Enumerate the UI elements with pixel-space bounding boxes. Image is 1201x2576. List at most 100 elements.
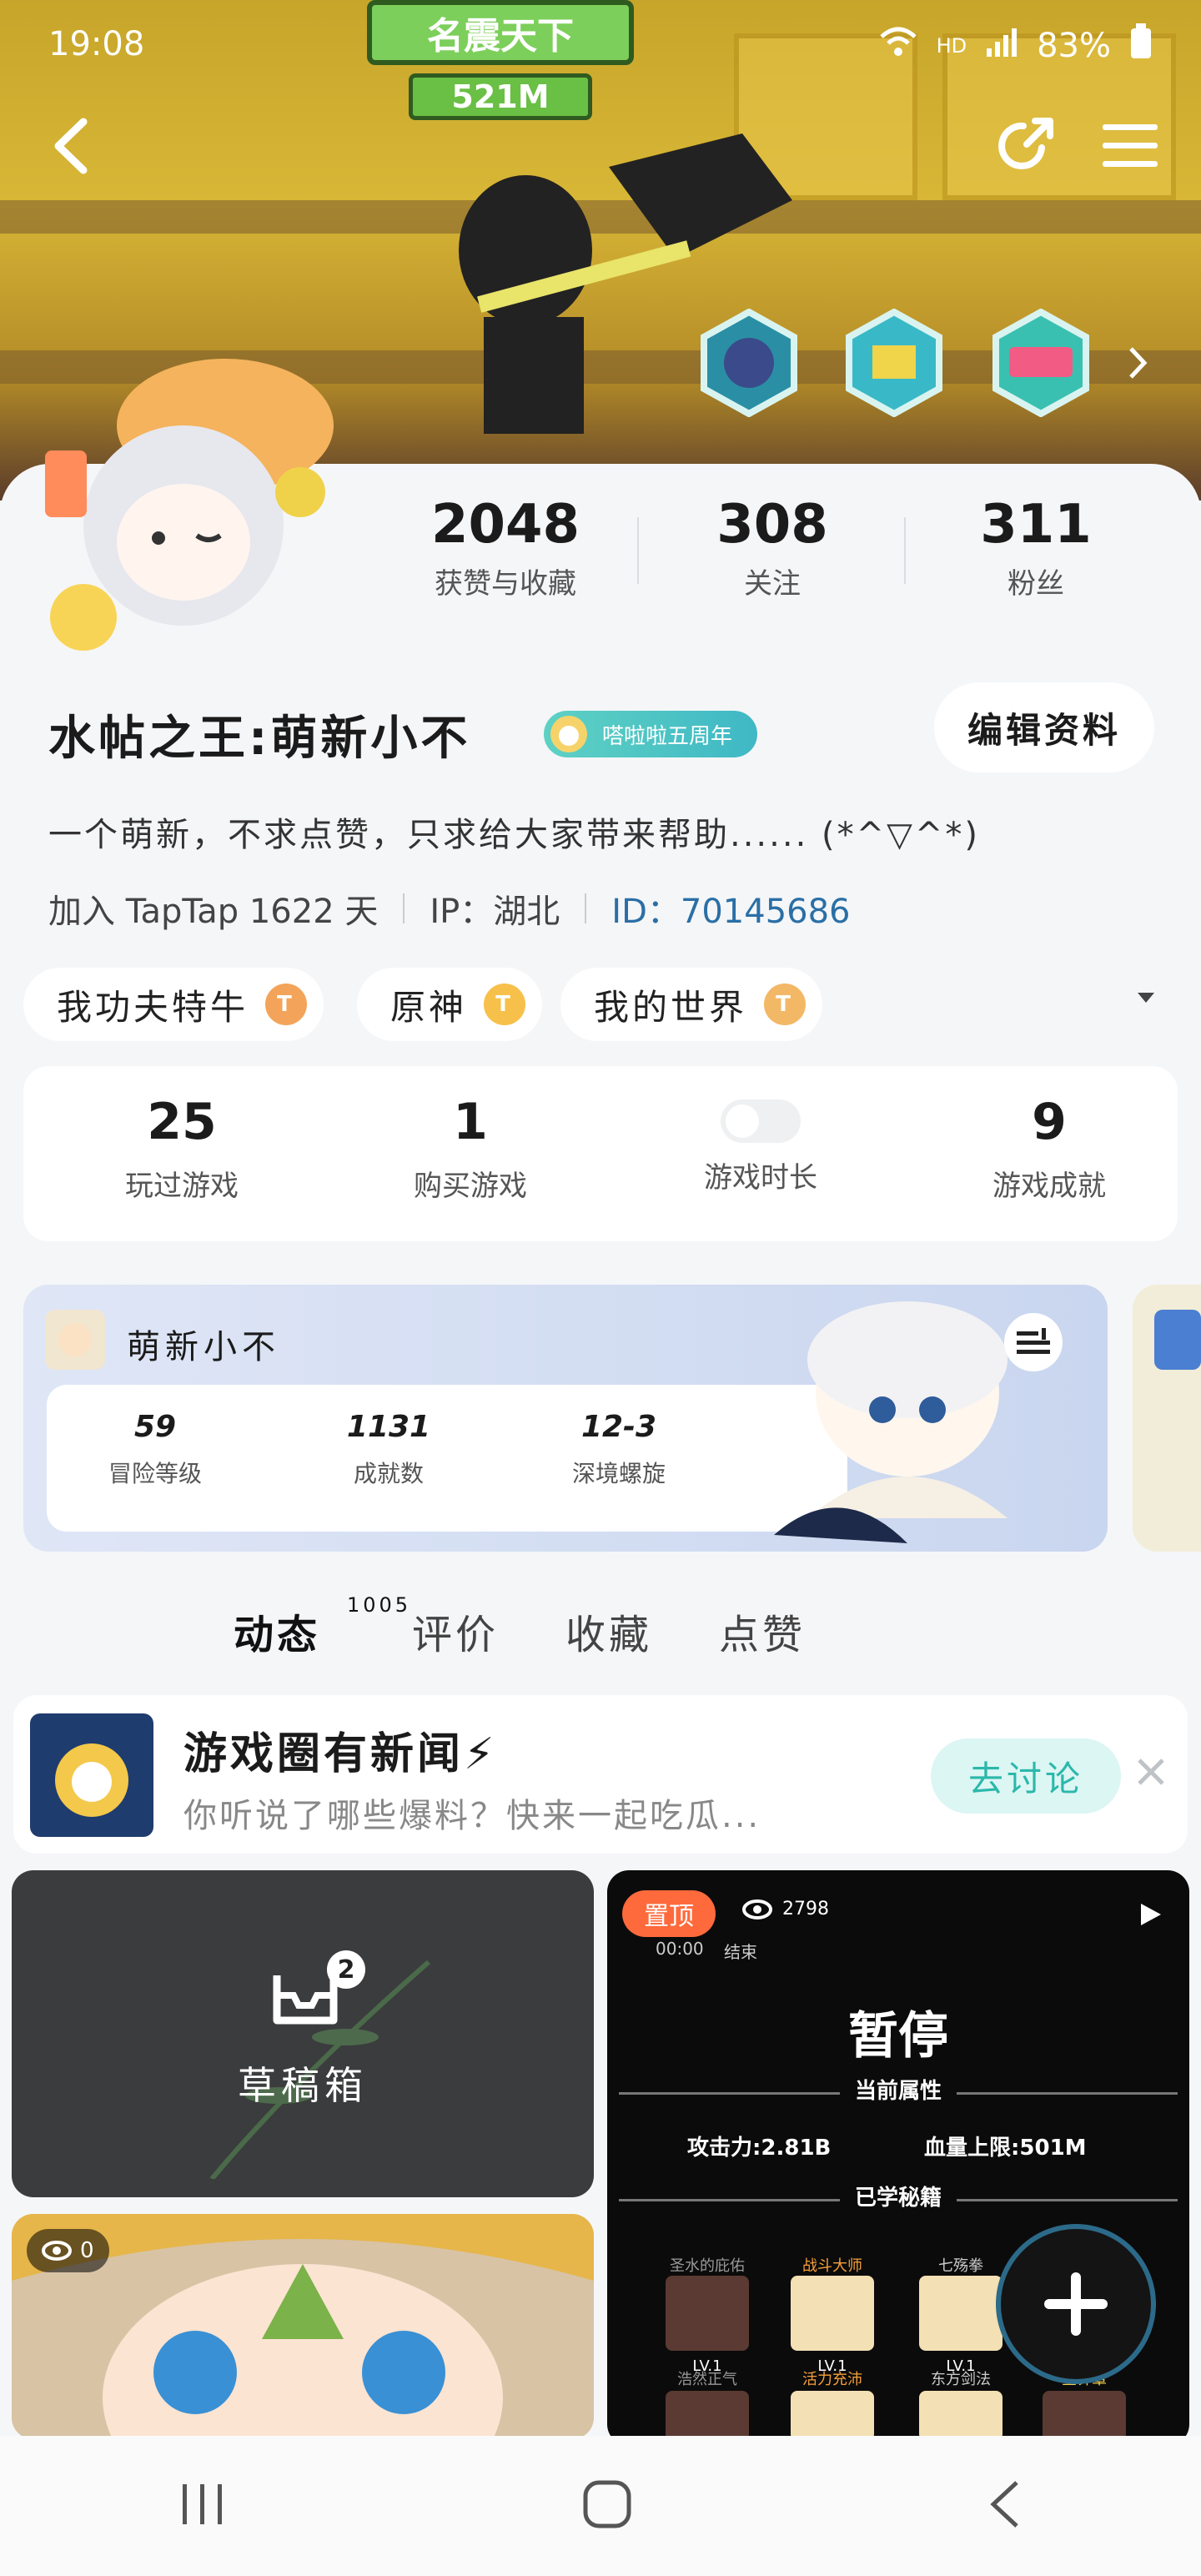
back-arrow-icon xyxy=(54,118,88,174)
content-tabs: 动态 1005 评价 收藏 点赞 xyxy=(226,1593,806,1660)
back-button[interactable] xyxy=(33,108,108,184)
skill-book xyxy=(919,2391,1003,2441)
plus-icon xyxy=(1044,2272,1108,2336)
drafts-count-badge: 2 xyxy=(327,1950,365,1989)
play-icon xyxy=(1141,1904,1161,1925)
playtime-toggle[interactable] xyxy=(721,1099,801,1143)
discuss-button[interactable]: 去讨论 xyxy=(931,1738,1121,1814)
status-time: 19:08 xyxy=(48,25,145,63)
achievement-badge[interactable] xyxy=(699,308,799,418)
anniversary-tag-label: 嗒啦啦五周年 xyxy=(602,723,733,749)
game-level-badge: T xyxy=(764,984,807,1025)
stat-label: 成就数 xyxy=(353,1460,424,1487)
summary-label: 游戏时长 xyxy=(704,1161,817,1195)
game-level-badge: T xyxy=(265,984,308,1025)
tab-reviews[interactable]: 评价 xyxy=(412,1602,499,1660)
game-chip[interactable]: 原神 T xyxy=(357,968,543,1041)
edit-profile-button[interactable]: 编辑资料 xyxy=(934,682,1154,772)
attr-title-text: 当前属性 xyxy=(839,2079,957,2104)
profile-meta: 加入 TapTap 1622 天 IP：湖北 ID：70145686 xyxy=(48,884,851,933)
spiral-abyss: 12-3 深境螺旋 xyxy=(510,1410,727,1489)
skill-name: 圣水的庇佑 xyxy=(670,2257,745,2275)
hamburger-menu-icon xyxy=(1103,124,1158,167)
home-icon xyxy=(583,2480,631,2528)
stat-followers-label: 粉丝 xyxy=(1008,567,1064,601)
image-views: 0 xyxy=(27,2229,109,2272)
divider xyxy=(904,517,906,584)
badges-more-button[interactable] xyxy=(1126,342,1151,387)
card-options-button[interactable] xyxy=(1004,1313,1063,1371)
chips-expand-button[interactable] xyxy=(1136,989,1156,1009)
skill-book xyxy=(1043,2391,1126,2441)
game-summary-card: 25 玩过游戏 1 购买游戏 游戏时长 9 游戏成就 xyxy=(23,1066,1178,1241)
create-post-button[interactable] xyxy=(1001,2229,1151,2379)
battery-icon xyxy=(1129,23,1153,68)
skill-name: 七殇拳 xyxy=(938,2257,983,2275)
menu-button[interactable] xyxy=(1093,108,1168,184)
skill-book xyxy=(791,2391,874,2441)
skill-book xyxy=(666,2391,749,2441)
achievement-badge[interactable] xyxy=(844,308,944,418)
game-stats-panel: 59 冒险等级 1131 成就数 12-3 深境螺旋 xyxy=(47,1385,847,1532)
news-close-button[interactable] xyxy=(1133,1753,1169,1794)
summary-value: 25 xyxy=(147,1093,217,1151)
summary-achievements[interactable]: 9 游戏成就 xyxy=(924,1066,1174,1204)
recent-apps-button[interactable] xyxy=(178,2481,228,2531)
summary-played[interactable]: 25 玩过游戏 xyxy=(57,1066,307,1204)
stat-followers-value: 311 xyxy=(980,494,1092,556)
stat-followers[interactable]: 311 粉丝 xyxy=(936,494,1136,601)
tag-avatar-icon xyxy=(550,716,587,752)
video-views-count: 2798 xyxy=(782,1899,829,1919)
pinned-badge: 置顶 xyxy=(622,1890,716,1937)
achievement-count: 1131 成就数 xyxy=(280,1410,497,1489)
summary-value: 1 xyxy=(453,1093,488,1151)
avatar[interactable] xyxy=(33,350,350,651)
image-post-tile[interactable]: 0 xyxy=(12,2214,594,2439)
video-end-label: 结束 xyxy=(724,1942,757,1962)
eye-icon xyxy=(742,1899,772,1919)
stat-likes-value: 2048 xyxy=(430,494,580,556)
share-icon xyxy=(998,118,1053,169)
news-banner[interactable]: 游戏圈有新闻⚡ 你听说了哪些爆料？快来一起吃瓜... 去讨论 xyxy=(13,1695,1188,1854)
tab-posts-label: 动态 xyxy=(234,1612,321,1658)
join-days: 加入 TapTap 1622 天 xyxy=(48,893,379,931)
next-game-card[interactable] xyxy=(1133,1285,1201,1552)
attack-value: 攻击力:2.81B xyxy=(687,2136,832,2161)
anniversary-tag[interactable]: 嗒啦啦五周年 xyxy=(544,711,758,757)
signal-icon xyxy=(985,25,1018,67)
genshin-record-card[interactable]: 萌新小不 59 冒险等级 1131 成就数 12-3 深境螺旋 xyxy=(23,1285,1108,1552)
ip-location: IP：湖北 xyxy=(430,893,560,931)
back-nav-button[interactable] xyxy=(987,2479,1023,2533)
game-chip[interactable]: 我功夫特牛 T xyxy=(23,968,324,1041)
tab-likes[interactable]: 点赞 xyxy=(719,1602,806,1660)
summary-bought[interactable]: 1 购买游戏 xyxy=(345,1066,595,1204)
tab-posts[interactable]: 动态 1005 xyxy=(226,1593,408,1660)
share-button[interactable] xyxy=(987,108,1063,184)
stat-likes[interactable]: 2048 获赞与收藏 xyxy=(405,494,606,601)
taptap-festival-badge[interactable] xyxy=(991,308,1091,418)
tab-favorites[interactable]: 收藏 xyxy=(565,1602,652,1660)
game-chip[interactable]: 我的世界 T xyxy=(560,968,823,1041)
divider xyxy=(403,893,405,923)
news-thumbnail xyxy=(30,1713,153,1837)
stat-value: 12-3 xyxy=(580,1410,657,1444)
status-bar: 19:08 HD 83% xyxy=(0,0,1201,92)
caret-down-icon xyxy=(1138,993,1154,1003)
user-id[interactable]: ID：70145686 xyxy=(611,884,850,933)
summary-label: 玩过游戏 xyxy=(125,1170,239,1203)
stat-following[interactable]: 308 关注 xyxy=(672,494,872,601)
close-icon xyxy=(1138,1758,1164,1785)
game-player-name: 萌新小不 xyxy=(127,1328,280,1366)
divider xyxy=(585,893,587,923)
play-button[interactable] xyxy=(1138,1902,1163,1930)
back-chevron-icon xyxy=(990,2481,1019,2528)
pause-title: 暂停 xyxy=(848,2007,948,2065)
battery-percent: 83% xyxy=(1037,27,1111,65)
home-button[interactable] xyxy=(582,2479,632,2533)
drafts-tile[interactable]: 2 草稿箱 xyxy=(12,1870,594,2197)
news-subtitle: 你听说了哪些爆料？快来一起吃瓜... xyxy=(183,1797,761,1835)
summary-playtime[interactable]: 游戏时长 xyxy=(636,1066,886,1195)
adventure-rank: 59 冒险等级 xyxy=(47,1410,264,1489)
stat-value: 1131 xyxy=(346,1410,431,1444)
game-chip-label: 我的世界 xyxy=(594,986,748,1028)
